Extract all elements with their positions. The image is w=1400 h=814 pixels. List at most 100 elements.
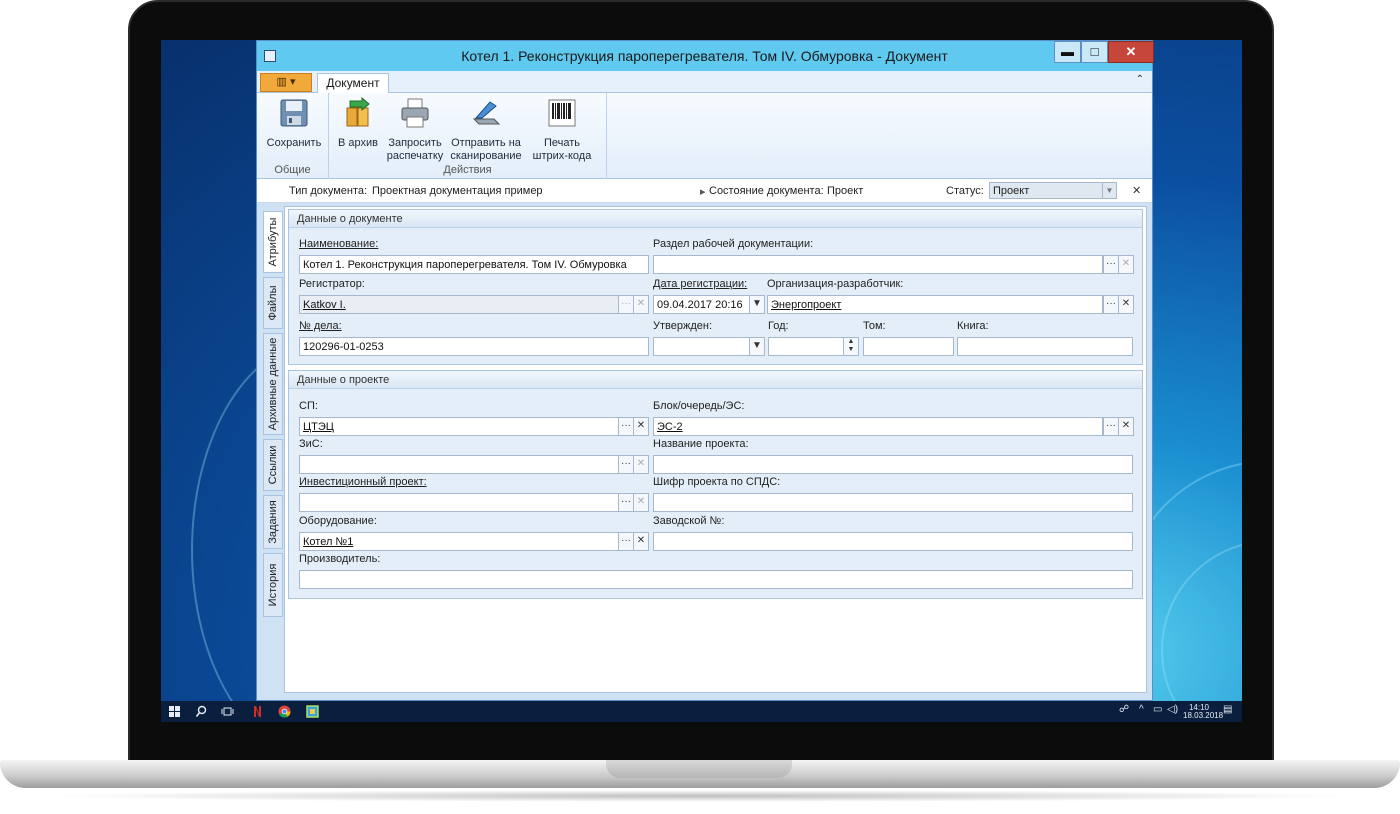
request-print-button[interactable]: Запросить распечатку <box>384 97 446 163</box>
name-label: Наименование: <box>299 238 379 250</box>
equipment-clear-icon[interactable]: ✕ <box>633 532 649 551</box>
clock[interactable]: 14:10 18.03.2018 <box>1183 704 1224 720</box>
notifications-icon[interactable]: ▤ <box>1223 705 1232 715</box>
chevron-down-icon[interactable]: ▼ <box>749 337 765 356</box>
year-field[interactable] <box>768 337 844 356</box>
chevron-up-icon[interactable]: ^ <box>1139 705 1144 715</box>
code-field[interactable] <box>653 493 1133 512</box>
manufacturer-field[interactable] <box>299 570 1133 589</box>
side-tab-files[interactable]: Файлы <box>263 277 283 329</box>
save-button[interactable]: Сохранить <box>263 97 325 150</box>
title-bar[interactable]: Котел 1. Реконструкция пароперегревателя… <box>257 41 1154 71</box>
ribbon: Сохранить Общие В архив Запросить распеч… <box>257 93 1152 179</box>
people-icon[interactable]: ☍ <box>1119 705 1129 715</box>
invest-clear-icon[interactable]: ✕ <box>633 493 649 512</box>
chevron-down-icon[interactable]: ▼ <box>749 295 765 314</box>
search-icon[interactable] <box>195 705 208 718</box>
app-taskbar-icon[interactable] <box>306 705 319 718</box>
year-spinner-icon[interactable]: ▲ ▼ <box>843 337 859 356</box>
code-label: Шифр проекта по СПДС: <box>653 476 781 488</box>
case-label: № дела: <box>299 320 342 332</box>
equipment-value[interactable]: Котел №1 <box>303 536 353 548</box>
registrar-value[interactable]: Katkov I. <box>303 299 346 311</box>
equipment-browse-button[interactable]: ··· <box>618 532 634 551</box>
side-tab-label: Ссылки <box>267 445 279 485</box>
registrar-clear-icon[interactable]: ✕ <box>633 295 649 314</box>
invest-browse-button[interactable]: ··· <box>618 493 634 512</box>
network-icon[interactable]: ▭ <box>1153 705 1162 715</box>
org-browse-button[interactable]: ··· <box>1103 295 1119 314</box>
section-browse-button[interactable]: ··· <box>1103 255 1119 274</box>
status-select[interactable]: Проект ▼ <box>989 182 1117 199</box>
maximize-button[interactable]: □ <box>1081 41 1108 63</box>
windows-start-icon[interactable] <box>168 705 181 718</box>
project-name-field[interactable] <box>653 455 1133 474</box>
side-tab-label: Атрибуты <box>267 217 279 267</box>
name-field[interactable]: Котел 1. Реконструкция пароперегревателя… <box>299 255 649 274</box>
block-browse-button[interactable]: ··· <box>1103 417 1119 436</box>
send-to-scan-label-2: сканирование <box>450 150 522 162</box>
approved-field[interactable] <box>653 337 750 356</box>
print-barcode-button[interactable]: Печать штрих-кода <box>527 97 597 163</box>
task-view-icon[interactable] <box>221 705 234 718</box>
netflix-icon[interactable] <box>251 705 264 718</box>
expand-arrow-icon[interactable]: ▸ <box>700 185 706 198</box>
save-label: Сохранить <box>266 137 322 149</box>
invest-label: Инвестиционный проект: <box>299 476 427 488</box>
zis-browse-button[interactable]: ··· <box>618 455 634 474</box>
volume-label: Том: <box>863 320 886 332</box>
sp-browse-button[interactable]: ··· <box>618 417 634 436</box>
clear-status-icon[interactable]: ✕ <box>1132 184 1141 197</box>
minimize-button[interactable]: ▬ <box>1054 41 1081 63</box>
sp-value[interactable]: ЦТЭЦ <box>303 421 334 433</box>
panel-title: Данные о документе <box>289 210 1142 228</box>
chevron-down-icon[interactable]: ▼ <box>1102 183 1116 198</box>
registrar-field[interactable]: Katkov I. <box>299 295 619 314</box>
side-tab-tasks[interactable]: Задания <box>263 495 283 549</box>
chrome-icon[interactable] <box>278 705 291 718</box>
equipment-label: Оборудование: <box>299 515 377 527</box>
reg-date-label: Дата регистрации: <box>653 278 748 290</box>
volume-icon[interactable]: ◁) <box>1167 705 1178 715</box>
block-value[interactable]: ЭС-2 <box>657 421 683 433</box>
registrar-browse-button[interactable]: ··· <box>618 295 634 314</box>
close-button[interactable]: ✕ <box>1108 41 1154 63</box>
reg-date-field[interactable]: 09.04.2017 20:16 <box>653 295 750 314</box>
section-clear-icon[interactable]: ✕ <box>1118 255 1134 274</box>
side-tab-archive-data[interactable]: Архивные данные <box>263 333 283 435</box>
block-clear-icon[interactable]: ✕ <box>1118 417 1134 436</box>
status-label: Статус: <box>946 185 984 197</box>
sp-clear-icon[interactable]: ✕ <box>633 417 649 436</box>
equipment-field[interactable]: Котел №1 <box>299 532 619 551</box>
volume-field[interactable] <box>863 337 954 356</box>
serial-field[interactable] <box>653 532 1133 551</box>
save-icon <box>280 99 308 127</box>
book-label: Книга: <box>957 320 989 332</box>
invest-field[interactable] <box>299 493 619 512</box>
ribbon-group-actions: В архив Запросить распечатку Отправить н… <box>329 93 607 179</box>
zis-field[interactable] <box>299 455 619 474</box>
side-tab-attributes[interactable]: Атрибуты <box>263 211 283 273</box>
app-menu-button[interactable]: ▥ ▾ <box>260 73 312 92</box>
doc-state-label: Состояние документа: <box>709 185 824 197</box>
clock-date: 18.03.2018 <box>1183 711 1224 720</box>
archive-button[interactable]: В архив <box>335 96 381 150</box>
barcode-icon <box>548 99 576 127</box>
print-barcode-label-2: штрих-кода <box>532 150 592 162</box>
org-value[interactable]: Энергопроект <box>771 299 841 311</box>
sp-field[interactable]: ЦТЭЦ <box>299 417 619 436</box>
side-tab-links[interactable]: Ссылки <box>263 439 283 491</box>
send-to-scan-button[interactable]: Отправить на сканирование <box>447 97 525 163</box>
zis-label: ЗиС: <box>299 438 323 450</box>
org-field[interactable]: Энергопроект <box>767 295 1103 314</box>
org-clear-icon[interactable]: ✕ <box>1118 295 1134 314</box>
block-field[interactable]: ЭС-2 <box>653 417 1103 436</box>
zis-clear-icon[interactable]: ✕ <box>633 455 649 474</box>
collapse-ribbon-icon[interactable]: ⌃ <box>1136 74 1144 85</box>
section-field[interactable] <box>653 255 1103 274</box>
name-value: Котел 1. Реконструкция пароперегревателя… <box>303 259 627 271</box>
book-field[interactable] <box>957 337 1133 356</box>
tab-document[interactable]: Документ <box>317 73 389 94</box>
case-field[interactable]: 120296-01-0253 <box>299 337 649 356</box>
side-tab-history[interactable]: История <box>263 553 283 617</box>
